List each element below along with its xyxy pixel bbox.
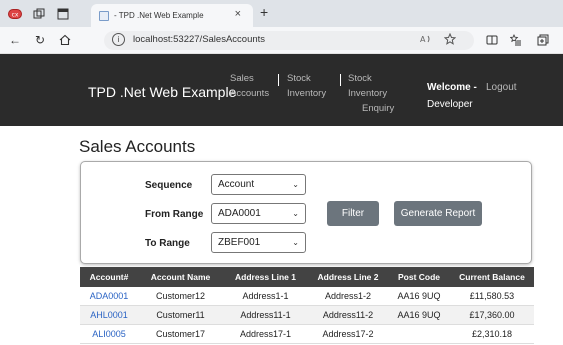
logout-link[interactable]: Logout bbox=[486, 79, 517, 96]
nav-sales-accounts[interactable]: Sales Accounts bbox=[230, 71, 269, 101]
nav-enquiry-line2: Inventory bbox=[348, 88, 388, 99]
welcome-label: Welcome - bbox=[427, 82, 477, 93]
chevron-down-icon: ⌄ bbox=[292, 180, 299, 189]
from-range-value: ADA0001 bbox=[218, 208, 261, 219]
account-name-cell: Customer17 bbox=[155, 329, 206, 339]
page-favicon-icon bbox=[99, 10, 109, 21]
sequence-select[interactable]: Account ⌄ bbox=[211, 174, 306, 195]
to-range-label: To Range bbox=[145, 238, 190, 249]
collections-icon[interactable] bbox=[535, 32, 551, 48]
column-header: Current Balance bbox=[459, 272, 525, 282]
workspaces-icon[interactable] bbox=[30, 5, 48, 23]
table-header: Account# Account Name Address Line 1 Add… bbox=[80, 267, 534, 287]
address-line1-cell: Address1-1 bbox=[242, 291, 289, 301]
app-header: TPD .Net Web Example Sales Accounts Stoc… bbox=[0, 54, 563, 126]
nav-enquiry-line3: Enquiry bbox=[362, 103, 395, 114]
page-title: Sales Accounts bbox=[79, 137, 196, 156]
filter-button[interactable]: Filter bbox=[327, 201, 379, 226]
from-range-label: From Range bbox=[145, 209, 204, 220]
address-line2-cell: Address11-2 bbox=[322, 310, 374, 320]
account-link[interactable]: ADA0001 bbox=[80, 291, 138, 301]
welcome-message: Welcome - Developer bbox=[427, 79, 477, 113]
svg-text:A: A bbox=[420, 35, 426, 44]
nav-sales-accounts-line2: Accounts bbox=[230, 88, 270, 99]
account-name-cell: Customer12 bbox=[155, 291, 206, 301]
chevron-down-icon: ⌄ bbox=[292, 238, 299, 247]
generate-report-button[interactable]: Generate Report bbox=[394, 201, 482, 226]
nav-stock-inventory-enquiry[interactable]: Stock Inventory Enquiry bbox=[348, 71, 394, 116]
nav-sales-accounts-line1: Sales bbox=[230, 73, 254, 84]
table-row: ALI0005 Customer17 Address17-1 Address17… bbox=[80, 325, 534, 344]
profile-icon[interactable]: cx bbox=[6, 5, 24, 23]
browser-tab[interactable]: - TPD .Net Web Example × bbox=[91, 4, 253, 27]
browser-tab-strip: cx - TPD .Net Web Example × + bbox=[0, 0, 563, 27]
address-line1-cell: Address11-1 bbox=[240, 310, 291, 320]
from-range-select[interactable]: ADA0001 ⌄ bbox=[211, 203, 306, 224]
favorite-star-icon[interactable] bbox=[443, 32, 457, 48]
balance-cell: £11,580.53 bbox=[469, 291, 515, 301]
back-icon[interactable]: ← bbox=[7, 32, 23, 48]
nav-stock-inventory[interactable]: Stock Inventory bbox=[287, 71, 326, 101]
account-link[interactable]: ALI0005 bbox=[80, 329, 138, 339]
nav-divider bbox=[340, 74, 341, 86]
home-icon[interactable] bbox=[57, 32, 73, 48]
address-line2-cell: Address17-2 bbox=[322, 329, 374, 339]
refresh-icon[interactable]: ↻ bbox=[32, 32, 48, 48]
post-code-cell: AA16 9UQ bbox=[397, 291, 441, 301]
url-text: localhost:53227/SalesAccounts bbox=[133, 34, 266, 45]
column-header: Post Code bbox=[397, 272, 441, 282]
nav-stock-inventory-line2: Inventory bbox=[287, 88, 327, 99]
address-bar[interactable]: i localhost:53227/SalesAccounts A bbox=[104, 31, 474, 50]
address-line2-cell: Address1-2 bbox=[324, 291, 372, 301]
close-tab-icon[interactable]: × bbox=[235, 8, 241, 20]
browser-toolbar: ← ↻ i localhost:53227/SalesAccounts A bbox=[0, 27, 563, 54]
svg-text:cx: cx bbox=[12, 12, 19, 19]
user-name: Developer bbox=[427, 99, 473, 110]
split-screen-icon[interactable] bbox=[484, 32, 500, 48]
post-code-cell: AA16 9UQ bbox=[397, 310, 441, 320]
balance-cell: £17,360.00 bbox=[469, 310, 515, 320]
sequence-value: Account bbox=[218, 179, 255, 190]
chevron-down-icon: ⌄ bbox=[292, 209, 299, 218]
to-range-value: ZBEF001 bbox=[218, 237, 261, 248]
tab-title: - TPD .Net Web Example bbox=[114, 11, 204, 20]
table-row: AHL0001 Customer11 Address11-1 Address11… bbox=[80, 306, 534, 325]
read-aloud-icon[interactable]: A bbox=[420, 33, 432, 48]
filter-panel: Sequence Account ⌄ From Range ADA0001 ⌄ … bbox=[80, 161, 532, 264]
nav-divider bbox=[278, 74, 279, 86]
address-line1-cell: Address17-1 bbox=[239, 329, 292, 339]
nav-enquiry-line1: Stock bbox=[348, 73, 372, 84]
site-info-icon[interactable]: i bbox=[112, 33, 125, 46]
favorites-list-icon[interactable] bbox=[508, 32, 524, 48]
account-link[interactable]: AHL0001 bbox=[80, 310, 138, 320]
tab-actions-icon[interactable] bbox=[54, 5, 72, 23]
column-header: Address Line 1 bbox=[235, 272, 296, 282]
column-header: Address Line 2 bbox=[317, 272, 379, 282]
column-header: Account# bbox=[89, 272, 129, 282]
account-name-cell: Customer11 bbox=[156, 310, 205, 320]
to-range-select[interactable]: ZBEF001 ⌄ bbox=[211, 232, 306, 253]
nav-stock-inventory-line1: Stock bbox=[287, 73, 311, 84]
sequence-label: Sequence bbox=[145, 180, 193, 191]
new-tab-icon[interactable]: + bbox=[260, 4, 268, 20]
brand-link[interactable]: TPD .Net Web Example bbox=[88, 84, 236, 100]
balance-cell: £2,310.18 bbox=[471, 329, 513, 339]
column-header: Account Name bbox=[150, 272, 211, 282]
table-row: ADA0001 Customer12 Address1-1 Address1-2… bbox=[80, 287, 534, 306]
